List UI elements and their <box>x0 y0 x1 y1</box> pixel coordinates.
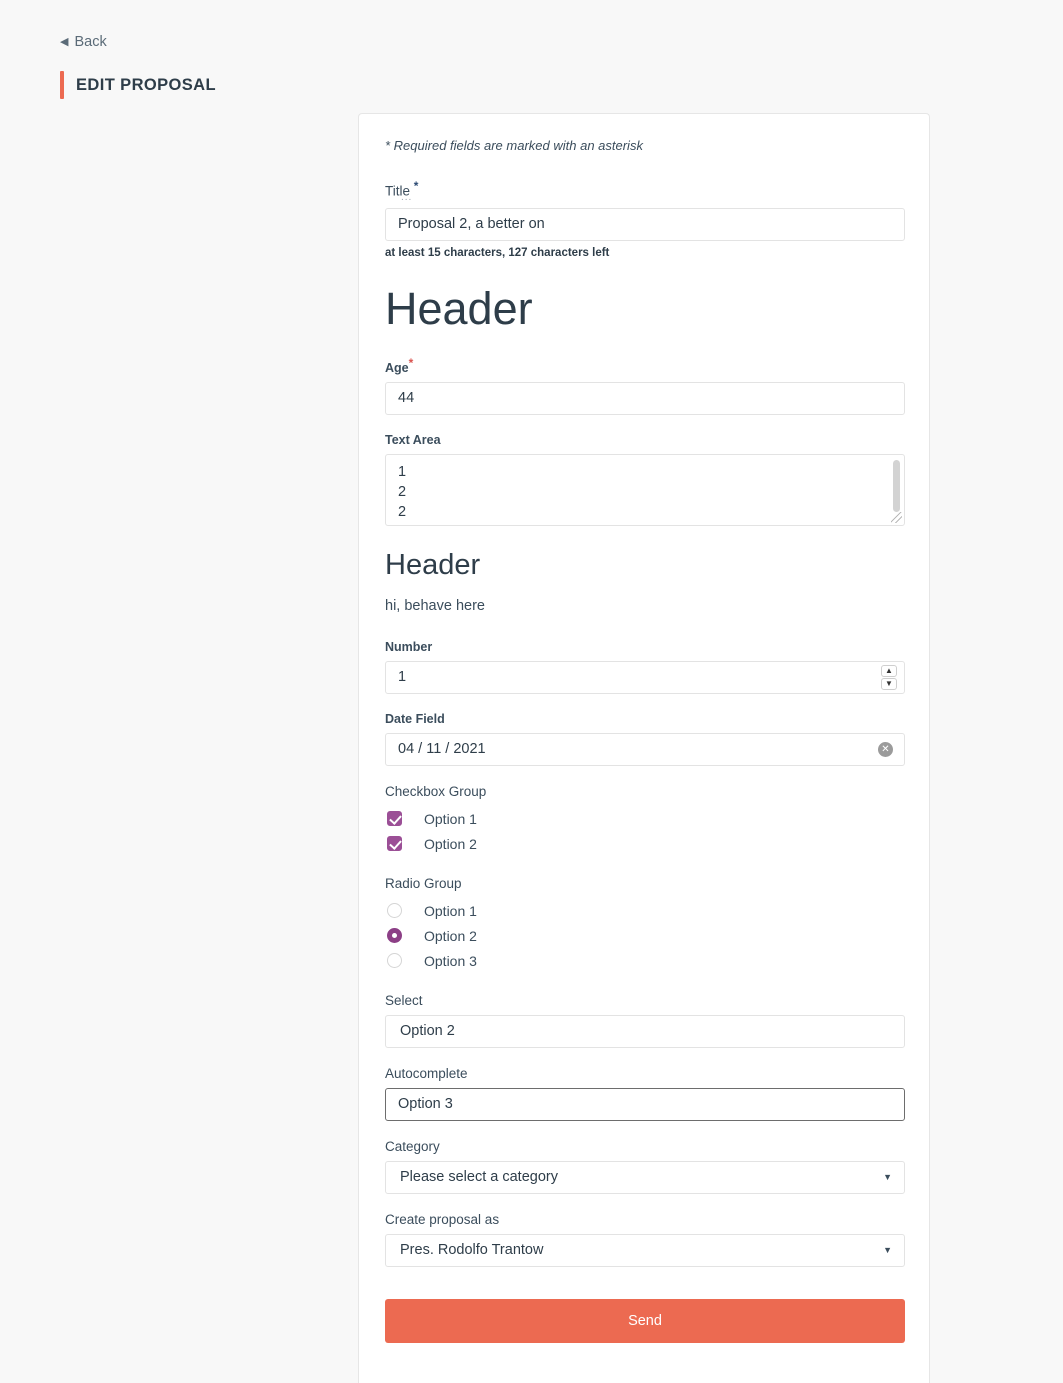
page-title-block: EDIT PROPOSAL <box>60 71 216 99</box>
title-input[interactable]: Proposal 2, a better on <box>385 207 905 241</box>
chevron-down-icon[interactable]: ▼ <box>881 678 897 691</box>
back-link-label: Back <box>74 34 107 50</box>
age-required-asterisk: * <box>408 355 414 370</box>
autocomplete-input[interactable]: Option 3 <box>385 1088 905 1122</box>
radio-option-3-label: Option 3 <box>424 952 477 969</box>
textarea-line-2: 2 <box>398 483 407 500</box>
radio-option-2-label: Option 2 <box>424 927 477 944</box>
field-date: Date Field 04 / 11 / 2021 ✕ <box>385 712 905 767</box>
section-paragraph: hi, behave here <box>385 598 485 615</box>
radio-option-1[interactable]: Option 1 <box>385 898 903 923</box>
select-wrapper: Option 2 <box>385 1015 905 1049</box>
create-as-wrapper: Pres. Rodolfo Trantow ▼ <box>385 1234 905 1268</box>
required-fields-note: * Required fields are marked with an ast… <box>385 138 643 153</box>
title-helper-text: at least 15 characters, 127 characters l… <box>385 246 610 259</box>
textarea-resize-handle[interactable] <box>891 511 902 523</box>
field-number: Number 1 ▲ ▼ <box>385 640 905 695</box>
checkbox-option-2[interactable]: Option 2 <box>385 831 903 856</box>
number-stepper[interactable]: ▲ ▼ <box>881 665 897 691</box>
field-age: Age* 44 <box>385 356 905 415</box>
category-select[interactable]: Please select a category <box>385 1161 905 1195</box>
back-link[interactable]: ◀ Back <box>60 34 107 50</box>
textarea-label: Text Area <box>385 432 441 447</box>
category-label: Category <box>385 1139 440 1155</box>
title-required-asterisk: * <box>413 179 419 193</box>
field-title: Title * ... Proposal 2, a better on at l… <box>385 179 905 259</box>
field-create-proposal-as: Create proposal as Pres. Rodolfo Trantow… <box>385 1212 905 1268</box>
textarea-wrapper: 1 2 2 <box>385 453 905 526</box>
radio-option-3[interactable]: Option 3 <box>385 948 903 973</box>
field-category: Category Please select a category ▼ <box>385 1139 905 1195</box>
radio-checked-icon[interactable] <box>387 928 402 944</box>
number-input[interactable]: 1 <box>385 661 905 695</box>
checkbox-group: Checkbox Group Option 1 Option 2 <box>385 784 903 856</box>
checkbox-option-1[interactable]: Option 1 <box>385 806 903 831</box>
checkbox-checked-icon[interactable] <box>387 811 402 827</box>
field-autocomplete: Autocomplete Option 3 <box>385 1066 905 1122</box>
number-label: Number <box>385 640 433 655</box>
field-textarea: Text Area 1 2 2 <box>385 432 905 526</box>
select-input[interactable]: Option 2 <box>385 1015 905 1049</box>
radio-option-2[interactable]: Option 2 <box>385 923 903 948</box>
create-as-select[interactable]: Pres. Rodolfo Trantow <box>385 1234 905 1268</box>
category-wrapper: Please select a category ▼ <box>385 1161 905 1195</box>
date-wrapper: 04 / 11 / 2021 ✕ <box>385 733 905 767</box>
date-input[interactable]: 04 / 11 / 2021 <box>385 733 905 767</box>
radio-group-label: Radio Group <box>385 876 462 892</box>
chevron-up-icon[interactable]: ▲ <box>881 665 897 678</box>
title-label: Title * ... <box>385 179 903 202</box>
textarea-scrollbar[interactable] <box>893 459 900 512</box>
autocomplete-label: Autocomplete <box>385 1066 468 1082</box>
radio-option-1-label: Option 1 <box>424 902 477 919</box>
textarea-line-1: 1 <box>398 463 407 480</box>
textarea-input[interactable]: 1 2 2 <box>385 453 905 526</box>
textarea-line-3: 2 <box>398 503 407 520</box>
edit-proposal-form-card: * Required fields are marked with an ast… <box>358 113 930 1383</box>
section-header-2: Header <box>385 548 481 581</box>
number-wrapper: 1 ▲ ▼ <box>385 661 905 695</box>
date-label: Date Field <box>385 712 445 727</box>
send-button[interactable]: Send <box>385 1299 905 1344</box>
age-label-text: Age <box>385 360 409 375</box>
radio-unchecked-icon[interactable] <box>387 953 402 969</box>
page-title: EDIT PROPOSAL <box>76 76 216 94</box>
select-label: Select <box>385 993 423 1009</box>
title-accent-bar <box>60 71 64 99</box>
checkbox-checked-icon[interactable] <box>387 836 402 852</box>
checkbox-group-label: Checkbox Group <box>385 784 487 800</box>
checkbox-option-1-label: Option 1 <box>424 810 477 827</box>
radio-group: Radio Group Option 1 Option 2 Option 3 <box>385 876 903 973</box>
age-input[interactable]: 44 <box>385 381 905 415</box>
age-label: Age* <box>385 356 903 375</box>
checkbox-option-2-label: Option 2 <box>424 835 477 852</box>
chevron-left-icon: ◀ <box>60 35 69 48</box>
radio-unchecked-icon[interactable] <box>387 903 402 919</box>
title-tooltip-dots[interactable]: ... <box>401 192 903 202</box>
create-as-label: Create proposal as <box>385 1212 500 1228</box>
section-header-1: Header <box>385 282 533 334</box>
field-select: Select Option 2 <box>385 993 905 1049</box>
